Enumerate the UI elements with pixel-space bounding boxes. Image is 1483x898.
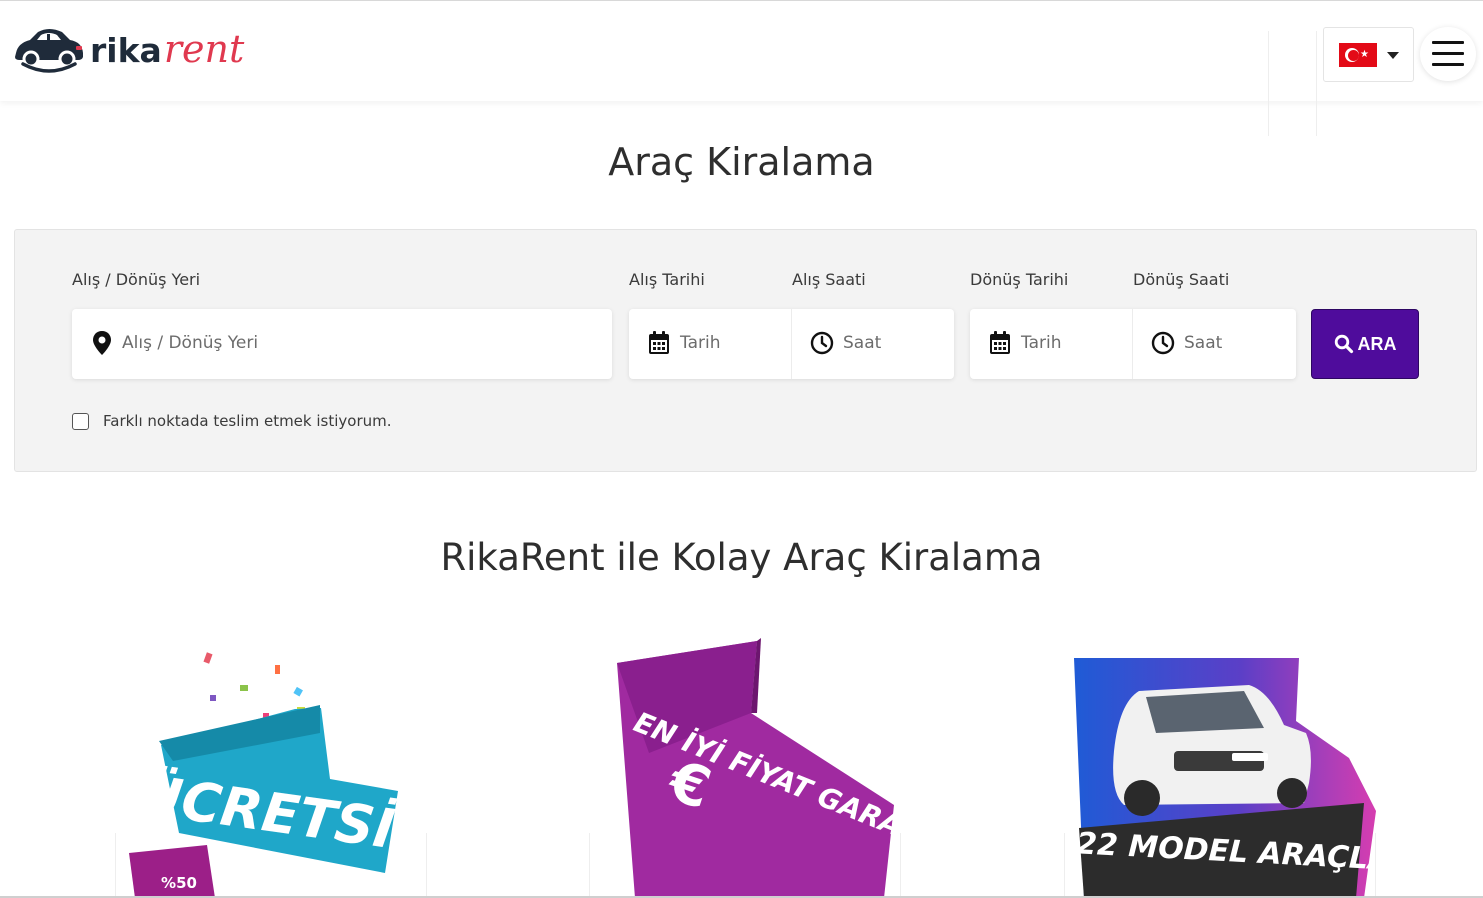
feature-card-best-price[interactable]: € EN İYİ FİYAT GARANTİ [589, 633, 901, 898]
pickup-time-label: Alış Saati [792, 270, 866, 289]
feature-card-free[interactable]: ÜCRETSİZ %50 [115, 633, 427, 898]
hamburger-menu-icon [1432, 41, 1464, 44]
feature-card-2022-models[interactable]: 2022 MODEL ARAÇLAR [1064, 633, 1376, 898]
best-price-banner-image: € EN İYİ FİYAT GARANTİ [617, 638, 901, 898]
2022-model-banner-image: 2022 MODEL ARAÇLAR [1064, 658, 1376, 898]
return-date-input[interactable]: Tarih [970, 309, 1132, 379]
header-divider [1316, 31, 1317, 136]
calendar-icon [649, 331, 669, 354]
language-selector[interactable]: ★ [1323, 27, 1414, 82]
calendar-icon [990, 331, 1010, 354]
location-input[interactable]: Alış / Dönüş Yeri [72, 309, 612, 379]
pickup-time-placeholder: Saat [843, 333, 882, 353]
logo-wordmark: rika rent [90, 27, 244, 71]
return-time-input[interactable]: Saat [1133, 309, 1296, 379]
map-pin-icon [93, 331, 111, 355]
free-banner-image: ÜCRETSİZ %50 [129, 652, 427, 898]
header-divider [1268, 31, 1269, 136]
return-datetime-group: Tarih Saat [970, 309, 1296, 379]
feature-1-sub: %50 [161, 874, 197, 892]
return-date-label: Dönüş Tarihi [970, 270, 1069, 289]
site-header: rika rent ★ [0, 0, 1483, 136]
pickup-date-input[interactable]: Tarih [629, 309, 791, 379]
chevron-down-icon [1387, 52, 1399, 59]
turkey-flag-icon: ★ [1339, 43, 1377, 67]
clock-icon [1151, 331, 1175, 355]
page-title: Araç Kiralama [608, 140, 875, 184]
clock-icon [810, 331, 834, 355]
pickup-time-input[interactable]: Saat [792, 309, 954, 379]
return-date-placeholder: Tarih [1021, 333, 1062, 353]
pickup-date-label: Alış Tarihi [629, 270, 705, 289]
location-label: Alış / Dönüş Yeri [72, 270, 201, 289]
logo-text-rika: rika [90, 31, 162, 70]
site-logo[interactable]: rika rent [12, 23, 244, 75]
logo-text-rent: rent [163, 27, 245, 71]
return-time-label: Dönüş Saati [1133, 270, 1230, 289]
search-icon [1334, 334, 1353, 354]
pickup-date-placeholder: Tarih [680, 333, 721, 353]
different-dropoff-label[interactable]: Farklı noktada teslim etmek istiyorum. [103, 412, 392, 430]
features-title: RikaRent ile Kolay Araç Kiralama [440, 536, 1043, 579]
location-placeholder: Alış / Dönüş Yeri [122, 333, 259, 353]
search-button[interactable]: ARA [1311, 309, 1419, 379]
search-button-label: ARA [1357, 333, 1397, 354]
return-time-placeholder: Saat [1184, 333, 1223, 353]
pickup-datetime-group: Tarih Saat [629, 309, 954, 379]
hamburger-menu-button[interactable] [1420, 27, 1476, 81]
car-logo-icon [15, 29, 83, 73]
different-dropoff-checkbox[interactable] [72, 413, 89, 430]
